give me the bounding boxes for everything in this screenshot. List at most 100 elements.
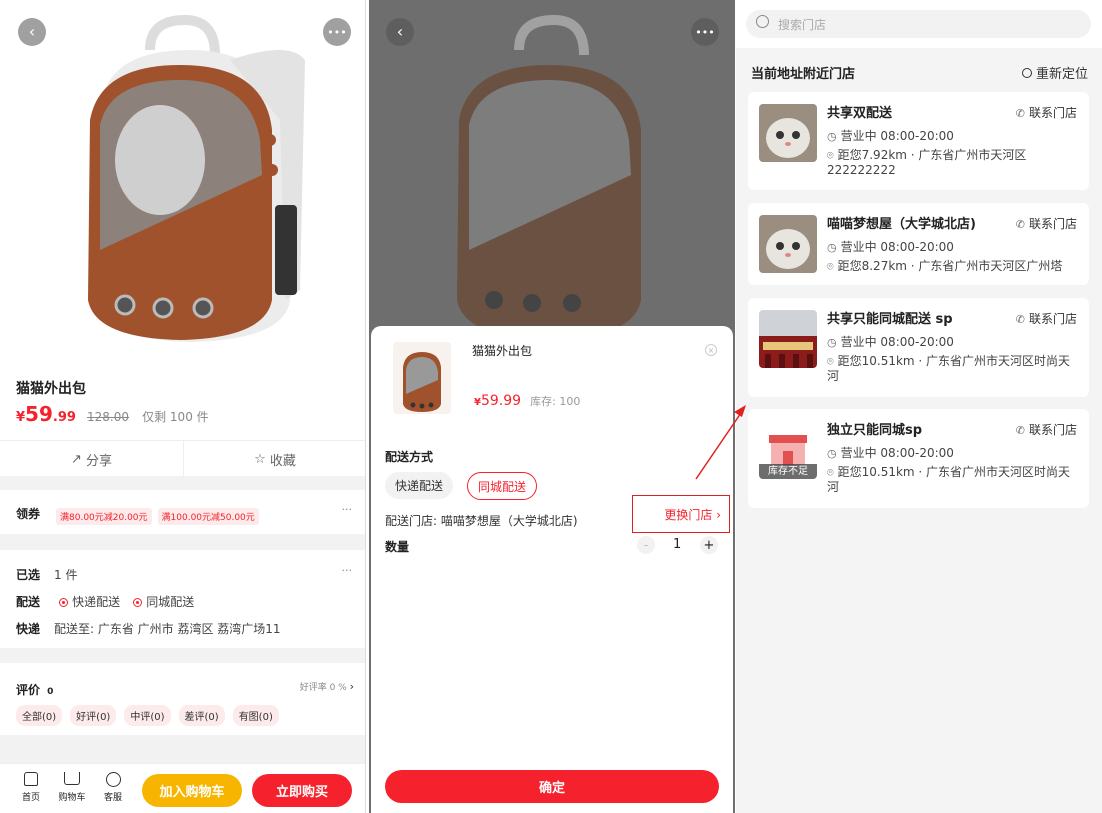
cart-icon [64, 772, 80, 785]
relocate-button[interactable]: 重新定位 [1021, 63, 1088, 82]
clock-icon: ◷ [827, 336, 837, 349]
relocate-label: 重新定位 [1035, 67, 1088, 82]
review-tag[interactable]: 中评(0) [124, 705, 171, 726]
store-hours-text: 营业中 08:00-20:00 [840, 240, 954, 254]
currency-symbol: ¥ [16, 410, 26, 425]
clock-icon: ◷ [827, 130, 837, 143]
chat-icon [105, 772, 121, 787]
bottom-bar: 首页 购物车 客服 加入购物车 立即购买 [0, 763, 365, 813]
confirm-button[interactable]: 确定 [385, 770, 719, 803]
store-address-extra: 河 [827, 480, 840, 494]
coupon-list: 满80.00元减20.00元 满100.00元减50.00元 [56, 505, 265, 525]
review-tag[interactable]: 有图(0) [232, 705, 279, 726]
backpack-thumb [403, 352, 441, 412]
change-store-button[interactable]: 更换门店 › [632, 495, 730, 533]
back-icon[interactable]: ‹ [18, 18, 46, 46]
review-tag[interactable]: 好评(0) [70, 705, 117, 726]
store-card[interactable]: 共享双配送 ✆ 联系门店 ◷ 营业中 08:00-20:00 ⌾ 距您7.92km ·… [748, 92, 1089, 190]
review-tag[interactable]: 差评(0) [178, 705, 225, 726]
delivery-option-local[interactable]: 同城配送 [133, 591, 194, 610]
plus-button[interactable]: + [700, 536, 718, 554]
coupon-row[interactable]: 领券 满80.00元减20.00元 满100.00元减50.00元 ··· [0, 490, 365, 534]
chevron-right-icon: › [349, 680, 354, 693]
buy-now-button[interactable]: 立即购买 [252, 774, 352, 807]
call-store-button[interactable]: ✆ 联系门店 [1016, 215, 1077, 232]
call-store-button[interactable]: ✆ 联系门店 [1016, 310, 1077, 327]
location-icon: ⌾ [827, 149, 834, 162]
minus-button[interactable]: - [637, 536, 655, 554]
delivery-sheet-panel: ‹ ••• 猫猫外出包 × ¥59.99 库存: 100 配送方式 快递配送 同… [369, 0, 735, 813]
dimmed-overlay[interactable]: ‹ ••• [369, 0, 735, 340]
store-distance-text: 距您10.51km · 广东省广州市天河区时尚天 [837, 354, 1071, 368]
coupon-tag[interactable]: 满100.00元减50.00元 [157, 508, 259, 525]
reviews-label: 评价 [16, 683, 41, 697]
store-thumb [759, 104, 817, 162]
store-card[interactable]: 库存不足 独立只能同城sp ✆ 联系门店 ◷ 营业中 08:00-20:00 ⌾ 距您… [748, 409, 1089, 508]
call-store-button[interactable]: ✆ 联系门店 [1016, 421, 1077, 438]
store-name: 独立只能同城sp [827, 423, 923, 438]
nav-service[interactable]: 客服 [96, 772, 130, 803]
reviews-count: 0 [47, 687, 54, 697]
store-card[interactable]: 共享只能同城配送 sp ✆ 联系门店 ◷ 营业中 08:00-20:00 ⌾ 距您10… [748, 298, 1089, 397]
more-icon[interactable]: ••• [323, 18, 351, 46]
nav-service-label: 客服 [103, 793, 122, 803]
store-card[interactable]: 喵喵梦想屋（大学城北店) ✆ 联系门店 ◷ 营业中 08:00-20:00 ⌾ 距您8… [748, 203, 1089, 285]
nav-cart[interactable]: 购物车 [54, 772, 90, 803]
store-hours: ◷ 营业中 08:00-20:00 [827, 335, 1079, 350]
selected-row[interactable]: 已选 1 件 [16, 564, 77, 583]
quantity-label: 数量 [385, 540, 410, 554]
search-icon [756, 15, 769, 28]
search-placeholder: 搜索门店 [778, 18, 827, 32]
locate-icon [1021, 68, 1032, 78]
favorite-button[interactable]: ☆ 收藏 [184, 441, 365, 477]
backpack-illustration [88, 14, 305, 342]
close-icon[interactable]: × [705, 344, 717, 356]
radio-icon [133, 598, 143, 607]
more-icon[interactable]: ••• [691, 18, 719, 46]
store-hours-text: 营业中 08:00-20:00 [840, 335, 954, 349]
nav-cart-label: 购物车 [58, 793, 86, 803]
nearby-title: 当前地址附近门店 [751, 67, 856, 82]
delivery-option-express[interactable]: 快递配送 [385, 472, 454, 499]
coupon-more-icon[interactable]: ··· [342, 503, 353, 516]
review-tag[interactable]: 全部(0) [16, 705, 63, 726]
good-rate-link[interactable]: 好评率 0 % › [300, 680, 354, 693]
call-label: 联系门店 [1028, 106, 1077, 120]
call-store-button[interactable]: ✆ 联系门店 [1016, 104, 1077, 121]
selection-more-icon[interactable]: ··· [342, 564, 353, 577]
price-row: ¥59.99 128.00 仅剩 100 件 [16, 402, 209, 426]
original-price: 128.00 [87, 410, 130, 424]
express-label: 快递 [16, 622, 41, 636]
delivery-store-label: 配送门店: 喵喵梦想屋（大学城北店) [385, 514, 578, 528]
nav-home[interactable]: 首页 [14, 772, 48, 803]
store-hours-text: 营业中 08:00-20:00 [840, 446, 954, 460]
product-info: 猫猫外出包 ¥59.99 128.00 仅剩 100 件 [0, 362, 365, 440]
express-address: 配送至: 广东省 广州市 荔湾区 荔湾广场11 [54, 622, 281, 636]
express-row[interactable]: 快递 配送至: 广东省 广州市 荔湾区 荔湾广场11 [16, 618, 281, 637]
call-label: 联系门店 [1028, 312, 1077, 326]
reviews-header: 评价 0 [16, 679, 53, 698]
search-input[interactable]: 搜索门店 [746, 10, 1091, 38]
store-name: 共享双配送 [827, 106, 893, 121]
delivery-method-title: 配送方式 [385, 450, 434, 464]
store-hours: ◷ 营业中 08:00-20:00 [827, 240, 1079, 255]
search-bar: 搜索门店 [736, 0, 1102, 48]
price-integer: 59 [25, 402, 53, 426]
add-to-cart-button[interactable]: 加入购物车 [142, 774, 242, 807]
quantity-value[interactable]: 1 [673, 537, 681, 552]
out-of-stock-badge: 库存不足 [759, 464, 817, 479]
clock-icon: ◷ [827, 241, 837, 254]
back-icon[interactable]: ‹ [386, 18, 414, 46]
share-fav-bar: ↗ 分享 ☆ 收藏 [0, 440, 365, 477]
store-address-extra: 河 [827, 369, 840, 383]
delivery-option-local-selected[interactable]: 同城配送 [467, 472, 538, 500]
store-picker-panel: 搜索门店 当前地址附近门店 重新定位 共享双配送 ✆ 联系门店 ◷ 营业中 08:0… [736, 0, 1102, 813]
store-address-extra: 222222222 [827, 163, 896, 177]
selection-block: 已选 1 件 ··· 配送 快递配送 同城配送 快递 配送至: 广东省 广州市 荔湾… [0, 550, 365, 648]
store-name: 共享只能同城配送 sp [827, 312, 953, 327]
cat-photo [759, 215, 817, 273]
share-button[interactable]: ↗ 分享 [0, 441, 184, 477]
store-hours: ◷ 营业中 08:00-20:00 [827, 446, 1079, 461]
delivery-option-express[interactable]: 快递配送 [59, 591, 120, 610]
coupon-tag[interactable]: 满80.00元减20.00元 [56, 508, 152, 525]
